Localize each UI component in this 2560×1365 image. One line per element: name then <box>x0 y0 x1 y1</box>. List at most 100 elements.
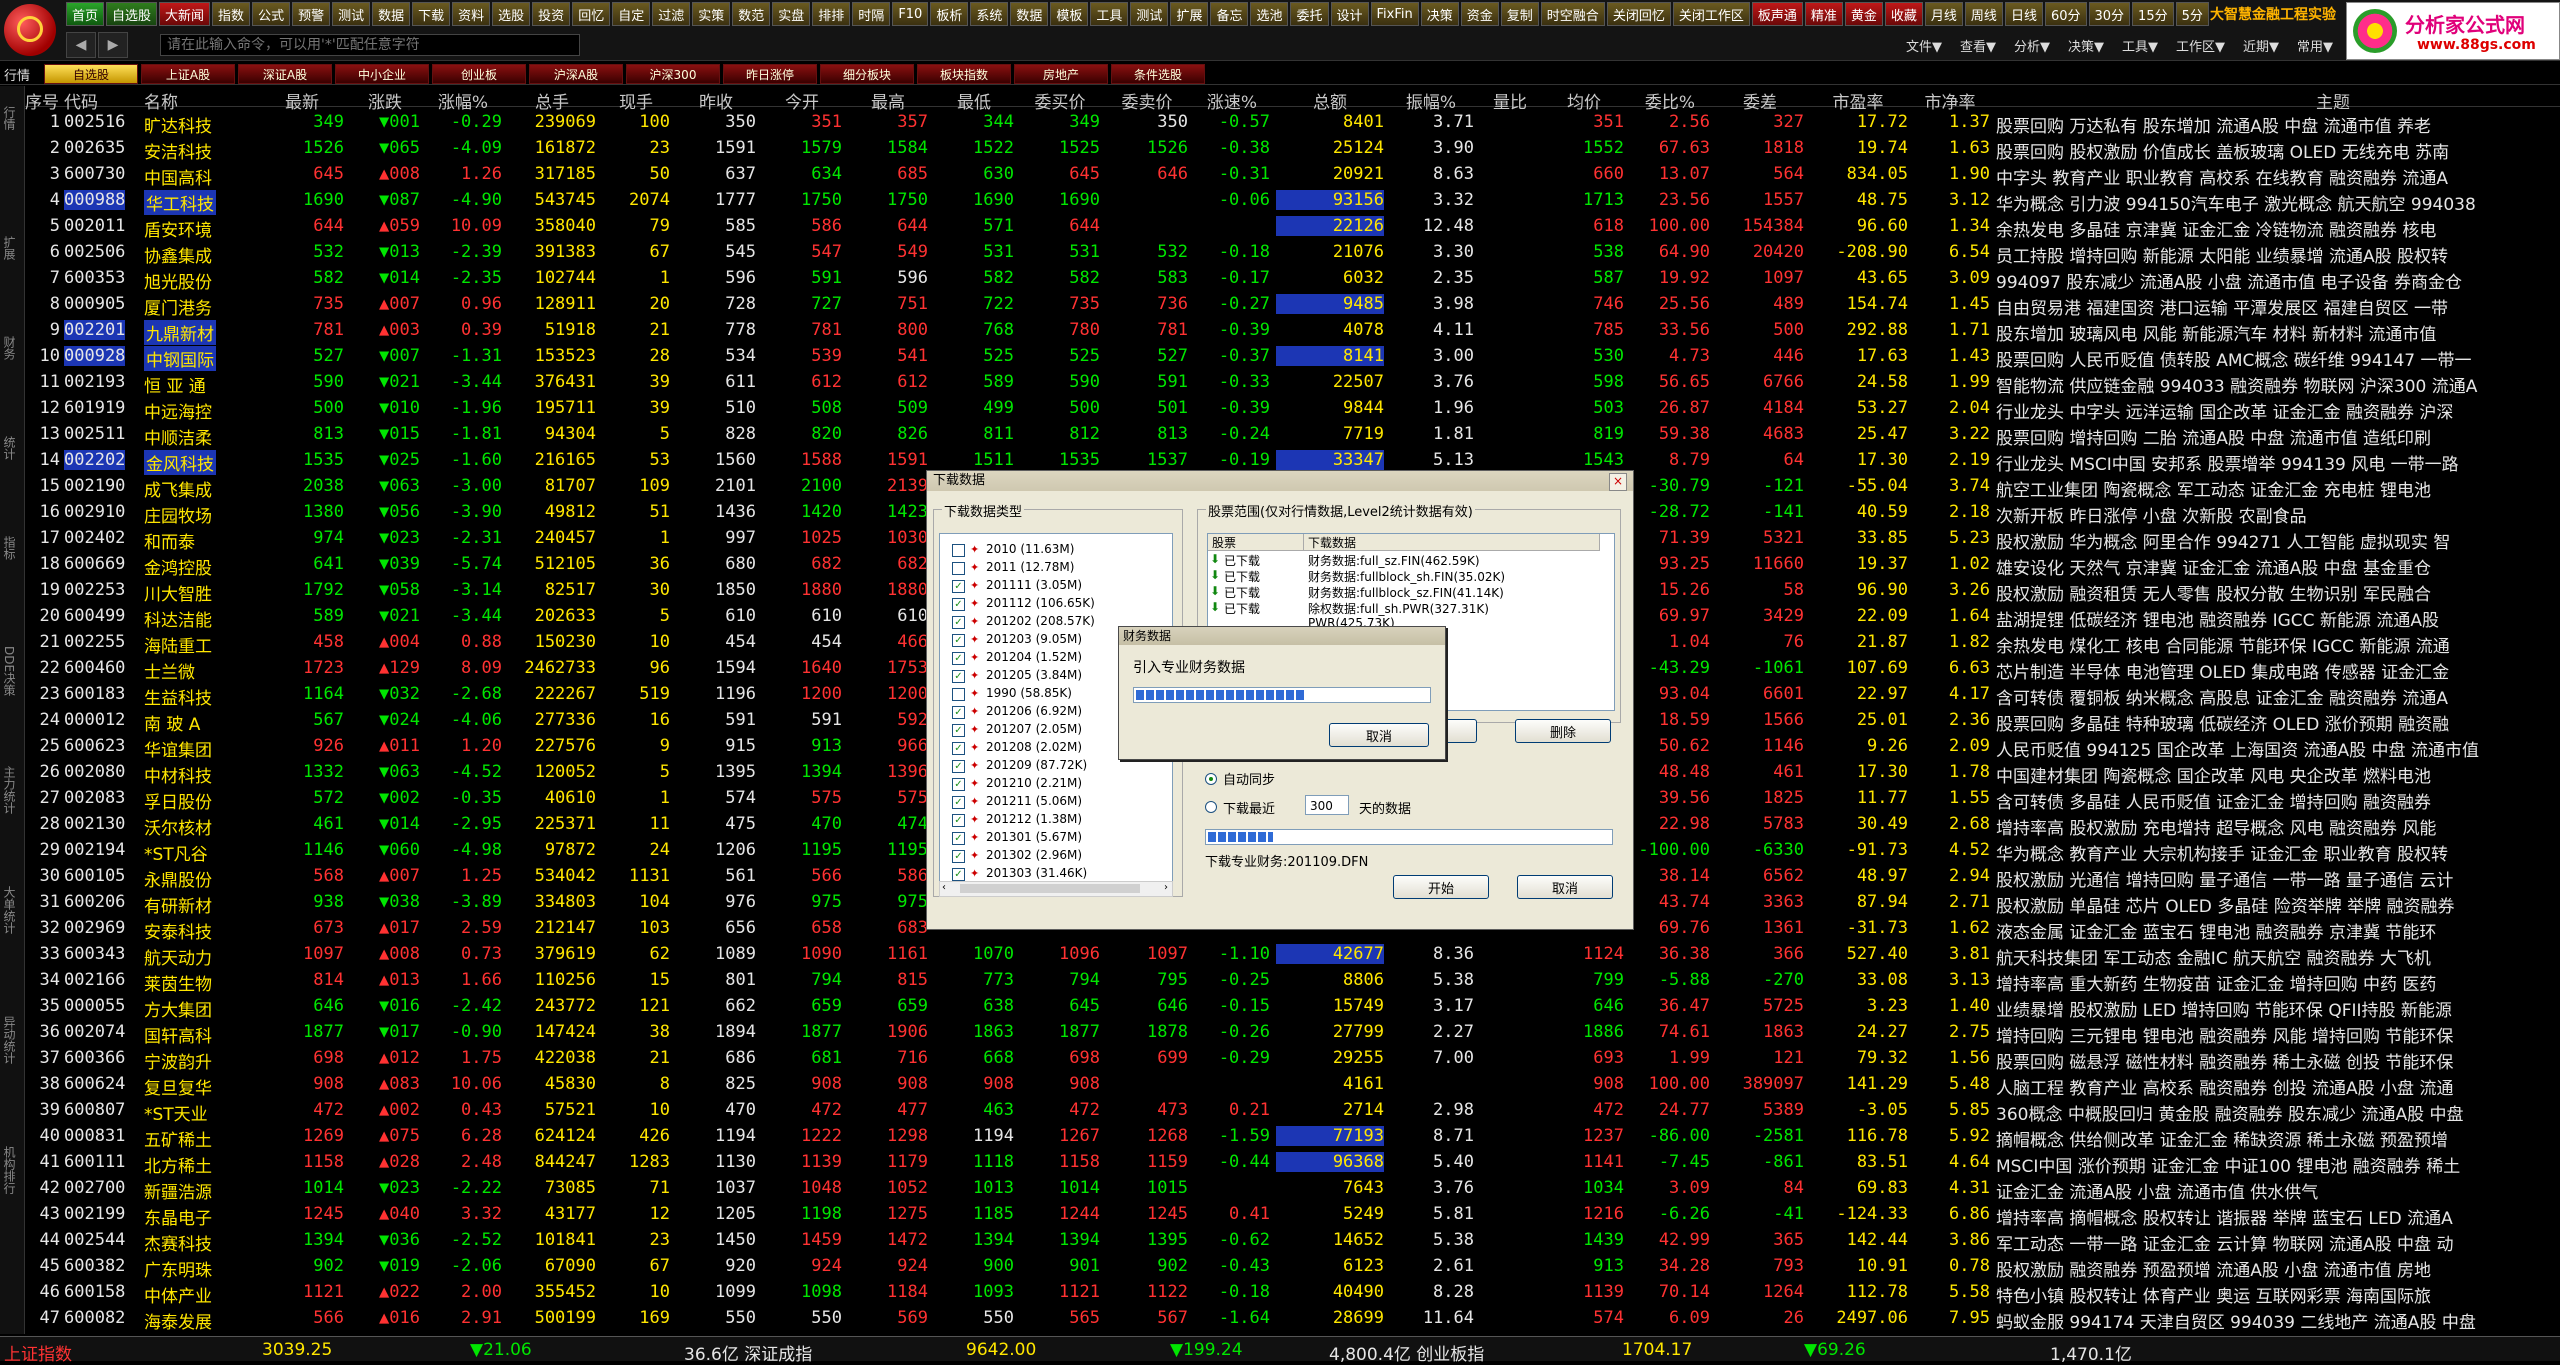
table-row[interactable]: 4 000988 华工科技 1690 ▼087 -4.90 543745 2074 1777 17… <box>24 186 2560 215</box>
toolbar-button[interactable]: 设计 <box>1330 2 1369 26</box>
checkbox[interactable] <box>952 544 965 557</box>
table-row[interactable]: 37 600366 宁波韵升 698 ▲012 1.75 422038 21 686 681 716… <box>24 1044 2560 1073</box>
checkbox[interactable]: ✓ <box>952 706 965 719</box>
toolbar-button[interactable]: 关闭回忆 <box>1606 2 1671 26</box>
side-rail-item[interactable]: 统计 <box>2 436 18 460</box>
category-tab[interactable]: 沪深A股 <box>529 64 623 84</box>
table-row[interactable]: 12 601919 中远海控 500 ▼010 -1.96 195711 39 510 508 50… <box>24 394 2560 423</box>
toolbar-button[interactable]: 回忆 <box>572 2 611 26</box>
toolbar-button[interactable]: 15分 <box>2132 2 2174 26</box>
checkbox[interactable]: ✓ <box>952 868 965 881</box>
toolbar-button[interactable]: F10 <box>892 2 929 26</box>
toolbar-button[interactable]: 5分 <box>2175 2 2209 26</box>
side-rail-item[interactable]: 扩展 <box>2 236 18 260</box>
category-tab[interactable]: 沪深300 <box>626 64 720 84</box>
delete-button[interactable]: 删除 <box>1515 719 1611 743</box>
checkbox[interactable]: ✓ <box>952 652 965 665</box>
table-row[interactable]: 42 002700 新疆浩源 1014 ▼023 -2.22 73085 71 1037 1048… <box>24 1174 2560 1203</box>
task-row[interactable]: ⬇ 已下载 财务数据:full_sz.FIN(462.59K) <box>1208 552 1600 568</box>
category-tab[interactable]: 板块指数 <box>917 64 1011 84</box>
side-rail-item[interactable]: 异动统计 <box>2 1016 18 1064</box>
toolbar-button[interactable]: 数据 <box>372 2 411 26</box>
table-row[interactable]: 5 002011 盾安环境 644 ▲059 10.09 358040 79 585 586 644… <box>24 212 2560 241</box>
toolbar-button[interactable]: 黄金 <box>1844 2 1883 26</box>
data-type-item[interactable]: ✓ ✦ 201112 (106.65K) <box>952 596 1095 613</box>
table-row[interactable]: 6 002506 协鑫集成 532 ▼013 -2.39 391383 67 545 547 549… <box>24 238 2560 267</box>
task-row[interactable]: ⬇ 已下载 财务数据:fullblock_sh.FIN(35.02K) <box>1208 568 1600 584</box>
table-row[interactable]: 33 600343 航天动力 1097 ▲008 0.73 379619 62 1089 1090… <box>24 940 2560 969</box>
cancel-button[interactable]: 取消 <box>1517 875 1613 899</box>
data-type-item[interactable]: ✓ ✦ 201203 (9.05M) <box>952 632 1082 649</box>
category-tab[interactable]: 创业板 <box>432 64 526 84</box>
toolbar-button[interactable]: 板声通 <box>1751 2 1803 26</box>
table-row[interactable]: 3 600730 中国高科 645 ▲008 1.26 317185 50 637 634 685 6… <box>24 160 2560 189</box>
toolbar-button[interactable]: 日线 <box>2004 2 2043 26</box>
side-rail-item[interactable]: 财务 <box>2 336 18 360</box>
table-row[interactable]: 43 002199 东晶电子 1245 ▲040 3.32 43177 12 1205 1198 1… <box>24 1200 2560 1229</box>
data-type-item[interactable]: ✓ ✦ 201210 (2.21M) <box>952 776 1082 793</box>
start-button[interactable]: 开始 <box>1393 875 1489 899</box>
category-tab[interactable]: 深证A股 <box>238 64 332 84</box>
side-rail-item[interactable]: 机构排行 <box>2 1146 18 1194</box>
data-type-item[interactable]: ✦ 2010 (11.63M) <box>952 542 1074 559</box>
checkbox[interactable]: ✓ <box>952 598 965 611</box>
menu-item[interactable]: 决策▼ <box>2068 36 2104 55</box>
checkbox[interactable]: ✓ <box>952 814 965 827</box>
toolbar-button[interactable]: 收藏 <box>1884 2 1923 26</box>
data-type-item[interactable]: ✓ ✦ 201208 (2.02M) <box>952 740 1082 757</box>
toolbar-button[interactable]: 选股 <box>492 2 531 26</box>
finance-cancel-button[interactable]: 取消 <box>1329 723 1429 747</box>
toolbar-button[interactable]: 选池 <box>1250 2 1289 26</box>
checkbox[interactable]: ✓ <box>952 580 965 593</box>
toolbar-button[interactable]: 周线 <box>1964 2 2003 26</box>
toolbar-button[interactable]: 委托 <box>1290 2 1329 26</box>
table-row[interactable]: 2 002635 安洁科技 1526 ▼065 -4.09 161872 23 1591 1579… <box>24 134 2560 163</box>
toolbar-button[interactable]: 精准 <box>1804 2 1843 26</box>
category-tab[interactable]: 细分板块 <box>820 64 914 84</box>
tree-scrollbar[interactable]: ‹ › <box>939 881 1173 897</box>
toolbar-button[interactable]: 自定 <box>612 2 651 26</box>
table-row[interactable]: 13 002511 中顺洁柔 813 ▼015 -1.81 94304 5 828 820 826 8… <box>24 420 2560 449</box>
table-row[interactable]: 7 600353 旭光股份 582 ▼014 -2.35 102744 1 596 591 596 5… <box>24 264 2560 293</box>
menu-item[interactable]: 近期▼ <box>2243 36 2279 55</box>
table-row[interactable]: 14 002202 金风科技 1535 ▼025 -1.60 216165 53 1560 158… <box>24 446 2560 475</box>
toolbar-button[interactable]: 复制 <box>1500 2 1539 26</box>
table-row[interactable]: 47 600082 海泰发展 566 ▲016 2.91 500199 169 550 550 56… <box>24 1304 2560 1333</box>
toolbar-button[interactable]: 模板 <box>1050 2 1089 26</box>
data-type-item[interactable]: ✓ ✦ 201206 (6.92M) <box>952 704 1082 721</box>
toolbar-button[interactable]: 系统 <box>970 2 1009 26</box>
task-row[interactable]: ⬇ 已下载 除权数据:full_sh.PWR(327.31K) <box>1208 600 1600 616</box>
close-icon[interactable]: × <box>1609 473 1627 491</box>
table-row[interactable]: 39 600807 *ST天业 472 ▲002 0.43 57521 10 470 472 477… <box>24 1096 2560 1125</box>
side-rail-item[interactable]: 大单统计 <box>2 886 18 934</box>
table-row[interactable]: 46 600158 中体产业 1121 ▲022 2.00 355452 10 1099 1098… <box>24 1278 2560 1307</box>
toolbar-button[interactable]: 60分 <box>2044 2 2087 26</box>
toolbar-button[interactable]: 数据 <box>1010 2 1049 26</box>
checkbox[interactable]: ✓ <box>952 796 965 809</box>
scroll-right-icon[interactable]: › <box>1164 882 1168 893</box>
table-row[interactable]: 41 600111 北方稀土 1158 ▲028 2.48 844247 1283 1130 11… <box>24 1148 2560 1177</box>
toolbar-button[interactable]: 数范 <box>732 2 771 26</box>
recent-days-input[interactable]: 300 <box>1305 795 1349 815</box>
checkbox[interactable]: ✓ <box>952 724 965 737</box>
table-row[interactable]: 11 002193 恒 亚 通 590 ▼021 -3.44 376431 39 611 612 6… <box>24 368 2560 397</box>
toolbar-button[interactable]: 关闭工作区 <box>1672 2 1750 26</box>
category-tab[interactable]: 条件选股 <box>1111 64 1205 84</box>
toolbar-button[interactable]: 预警 <box>292 2 331 26</box>
table-row[interactable]: 44 002544 杰赛科技 1394 ▼036 -2.52 101841 23 1450 145… <box>24 1226 2560 1255</box>
data-type-item[interactable]: ✓ ✦ 201111 (3.05M) <box>952 578 1082 595</box>
checkbox[interactable]: ✓ <box>952 832 965 845</box>
toolbar-button[interactable]: 测试 <box>1130 2 1169 26</box>
table-row[interactable]: 35 000055 方大集团 646 ▼016 -2.42 243772 121 662 659 6… <box>24 992 2560 1021</box>
toolbar-button[interactable]: 资料 <box>452 2 491 26</box>
category-tab[interactable]: 房地产 <box>1014 64 1108 84</box>
checkbox[interactable]: ✓ <box>952 778 965 791</box>
data-type-item[interactable]: ✓ ✦ 201204 (1.52M) <box>952 650 1082 667</box>
toolbar-button[interactable]: 指数 <box>212 2 251 26</box>
data-type-item[interactable]: ✓ ✦ 201302 (2.96M) <box>952 848 1082 865</box>
toolbar-button[interactable]: 板析 <box>930 2 969 26</box>
table-row[interactable]: 1 002516 旷达科技 349 ▼001 -0.29 239069 100 350 351 35… <box>24 108 2560 137</box>
checkbox[interactable]: ✓ <box>952 742 965 755</box>
auto-sync-radio[interactable] <box>1205 773 1217 785</box>
checkbox[interactable] <box>952 562 965 575</box>
